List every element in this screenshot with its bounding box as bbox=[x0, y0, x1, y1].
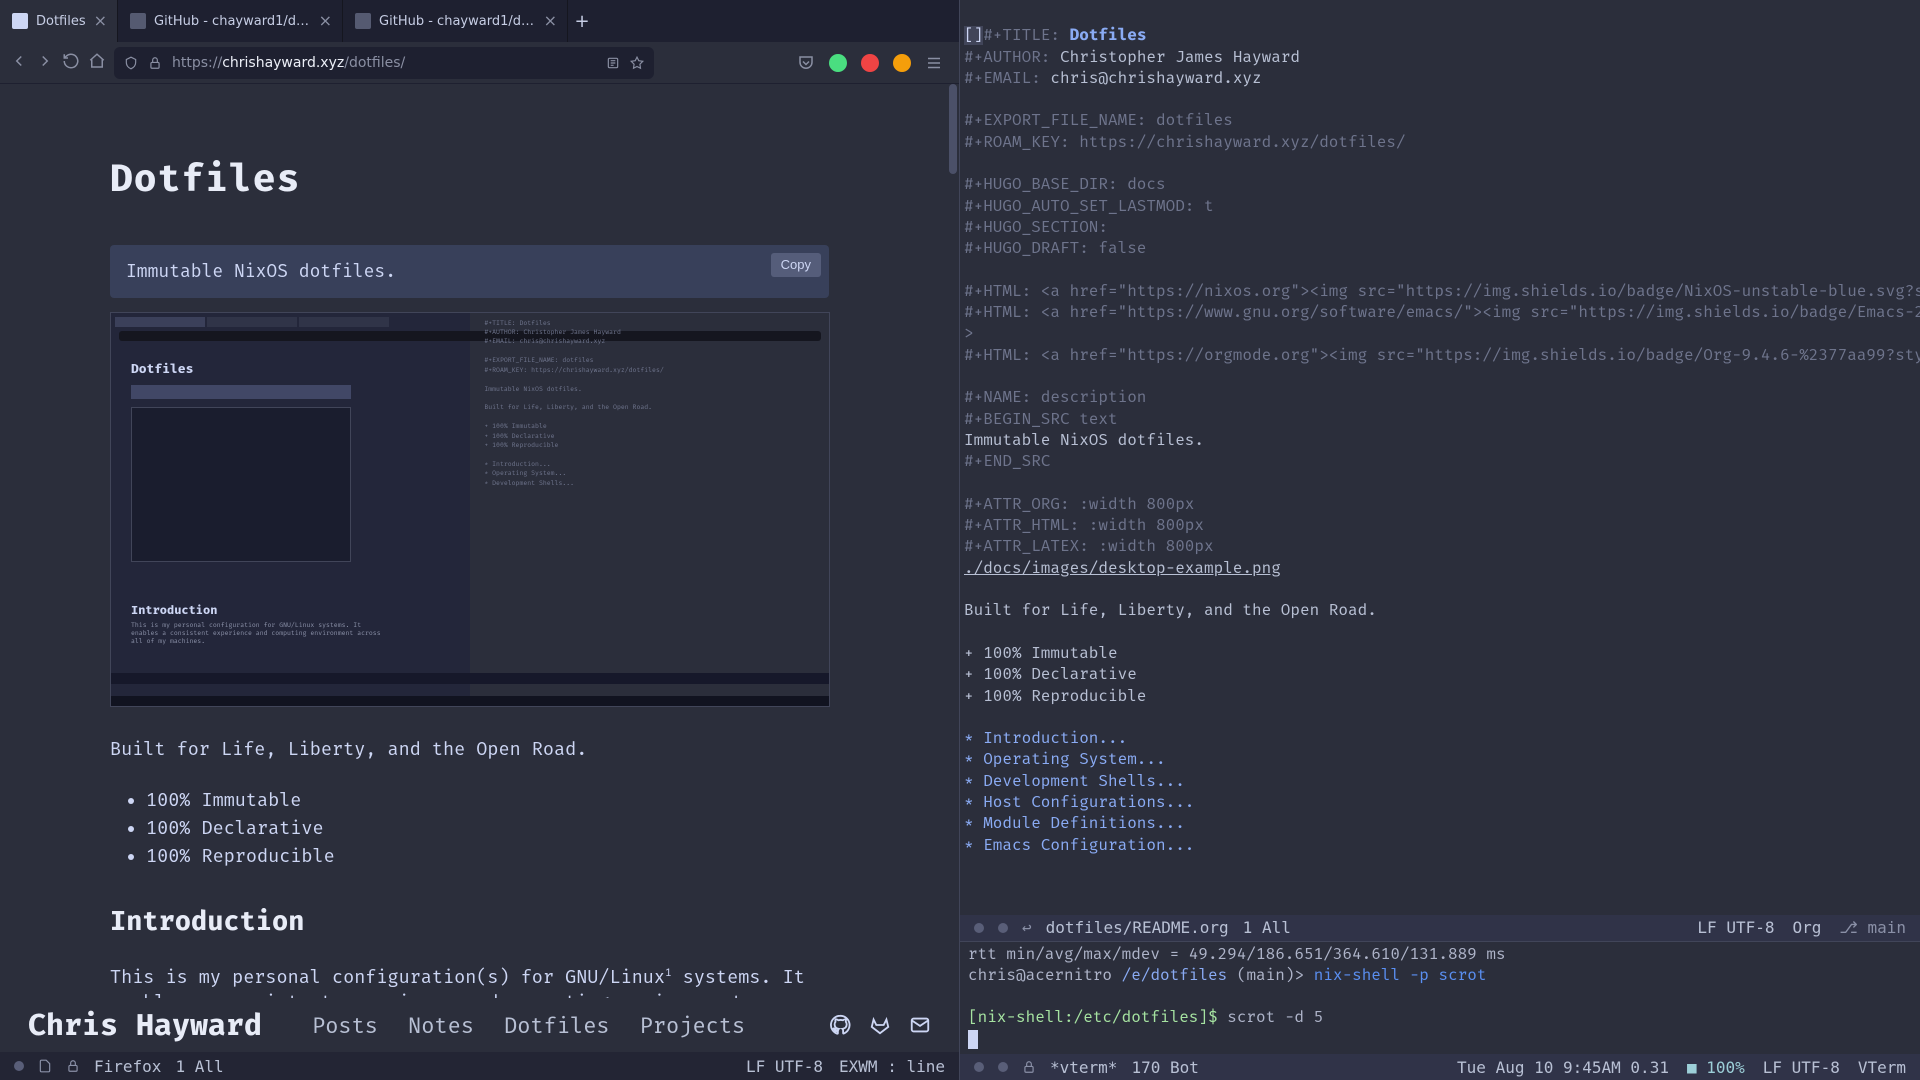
mode: EXWM : line bbox=[839, 1057, 945, 1076]
shield-icon bbox=[124, 56, 138, 70]
list-item: 100% Declarative bbox=[146, 816, 829, 841]
tab-github-1[interactable]: GitHub - chayward1/dotf × bbox=[118, 0, 343, 42]
position: 170 Bot bbox=[1131, 1058, 1198, 1077]
nav-notes[interactable]: Notes bbox=[408, 1012, 474, 1039]
close-icon[interactable]: × bbox=[544, 13, 557, 29]
encoding: LF UTF-8 bbox=[1697, 918, 1774, 937]
status-dot-icon bbox=[998, 923, 1008, 933]
code-block: Immutable NixOS dotfiles. Copy bbox=[110, 245, 829, 297]
toolbar: https://chrishayward.xyz/dotfiles/ bbox=[0, 42, 959, 84]
site-navbar: Chris Hayward Posts Notes Dotfiles Proje… bbox=[0, 998, 959, 1052]
brand[interactable]: Chris Hayward bbox=[28, 1007, 262, 1043]
forward-button[interactable] bbox=[36, 52, 54, 74]
close-icon[interactable]: × bbox=[94, 13, 107, 29]
url-text: https://chrishayward.xyz/dotfiles/ bbox=[172, 55, 596, 71]
screenshot-image: Dotfiles Introduction This is my persona… bbox=[110, 312, 830, 707]
favicon-icon bbox=[130, 13, 146, 29]
gitlab-icon[interactable] bbox=[869, 1014, 891, 1036]
github-icon[interactable] bbox=[829, 1014, 851, 1036]
extension-icon[interactable] bbox=[893, 54, 911, 72]
lock-icon bbox=[148, 56, 162, 70]
copy-button[interactable]: Copy bbox=[771, 253, 821, 277]
new-tab-button[interactable]: + bbox=[568, 11, 596, 32]
battery: ■ 100% bbox=[1687, 1058, 1745, 1077]
tab-github-2[interactable]: GitHub - chayward1/dotf × bbox=[343, 0, 568, 42]
tab-title: GitHub - chayward1/dotf bbox=[379, 14, 536, 29]
address-bar[interactable]: https://chrishayward.xyz/dotfiles/ bbox=[114, 47, 654, 79]
scrollbar[interactable] bbox=[949, 84, 957, 1052]
tab-dotfiles[interactable]: Dotfiles × bbox=[0, 0, 118, 42]
position: 1 All bbox=[1243, 918, 1291, 937]
position: 1 All bbox=[175, 1057, 223, 1076]
status-dot-icon bbox=[974, 923, 984, 933]
major-mode: VTerm bbox=[1858, 1058, 1906, 1077]
intro-heading: Introduction bbox=[110, 904, 829, 940]
browser-chrome: Dotfiles × GitHub - chayward1/dotf × Git… bbox=[0, 0, 959, 84]
encoding: LF UTF-8 bbox=[746, 1057, 823, 1076]
git-branch: ⎇ main bbox=[1839, 918, 1906, 937]
tab-title: Dotfiles bbox=[36, 14, 86, 29]
ublock-icon[interactable] bbox=[861, 54, 879, 72]
buffer-path: dotfiles/README.org bbox=[1046, 918, 1229, 937]
reload-button[interactable] bbox=[62, 52, 80, 74]
major-mode: Org bbox=[1792, 918, 1821, 937]
lock-icon bbox=[66, 1059, 80, 1073]
favicon-icon bbox=[12, 13, 28, 29]
close-icon[interactable]: × bbox=[319, 13, 332, 29]
favicon-icon bbox=[355, 13, 371, 29]
bookmark-icon[interactable] bbox=[630, 56, 644, 70]
back-button[interactable] bbox=[10, 52, 28, 74]
status-dot-icon bbox=[998, 1062, 1008, 1072]
file-icon bbox=[38, 1059, 52, 1073]
social-icons bbox=[829, 1014, 931, 1036]
pocket-icon[interactable] bbox=[797, 54, 815, 72]
editor-modeline: ↩ dotfiles/README.org 1 All LF UTF-8 Org… bbox=[960, 915, 1920, 941]
encoding: LF UTF-8 bbox=[1763, 1058, 1840, 1077]
page-title: Dotfiles bbox=[110, 154, 829, 205]
nav-projects[interactable]: Projects bbox=[640, 1012, 746, 1039]
buffer-name: Firefox bbox=[94, 1057, 161, 1076]
status-dot-icon bbox=[14, 1061, 24, 1071]
lock-icon bbox=[1022, 1060, 1036, 1074]
tagline: Built for Life, Liberty, and the Open Ro… bbox=[110, 737, 829, 762]
code-text: Immutable NixOS dotfiles. bbox=[126, 260, 396, 282]
menu-icon[interactable] bbox=[925, 54, 943, 72]
status-dot-icon bbox=[974, 1062, 984, 1072]
page-viewport: Dotfiles Immutable NixOS dotfiles. Copy … bbox=[0, 84, 959, 1052]
clock: Tue Aug 10 9:45AM 0.31 bbox=[1457, 1058, 1669, 1077]
home-button[interactable] bbox=[88, 52, 106, 74]
extension-icon[interactable] bbox=[829, 54, 847, 72]
mail-icon[interactable] bbox=[909, 1014, 931, 1036]
nav-links: Posts Notes Dotfiles Projects bbox=[312, 1012, 745, 1039]
tabstrip: Dotfiles × GitHub - chayward1/dotf × Git… bbox=[0, 0, 959, 42]
reader-icon[interactable] bbox=[606, 56, 620, 70]
terminal-modeline: *vterm* 170 Bot Tue Aug 10 9:45AM 0.31 ■… bbox=[960, 1054, 1920, 1080]
tab-title: GitHub - chayward1/dotf bbox=[154, 14, 311, 29]
back-icon: ↩ bbox=[1022, 918, 1032, 937]
nav-posts[interactable]: Posts bbox=[312, 1012, 378, 1039]
editor[interactable]: []#+TITLE: Dotfiles #+AUTHOR: Christophe… bbox=[960, 0, 1920, 915]
terminal[interactable]: rtt min/avg/max/mdev = 49.294/186.651/36… bbox=[960, 942, 1920, 1054]
image-link[interactable]: ./docs/images/desktop-example.png bbox=[964, 559, 1281, 578]
modeline-left: Firefox 1 All LF UTF-8 EXWM : line bbox=[0, 1052, 959, 1080]
features-list: 100% Immutable 100% Declarative 100% Rep… bbox=[110, 788, 829, 869]
extension-icons bbox=[797, 54, 943, 72]
nav-dotfiles[interactable]: Dotfiles bbox=[504, 1012, 610, 1039]
buffer-name: *vterm* bbox=[1050, 1058, 1117, 1077]
list-item: 100% Reproducible bbox=[146, 844, 829, 869]
list-item: 100% Immutable bbox=[146, 788, 829, 813]
